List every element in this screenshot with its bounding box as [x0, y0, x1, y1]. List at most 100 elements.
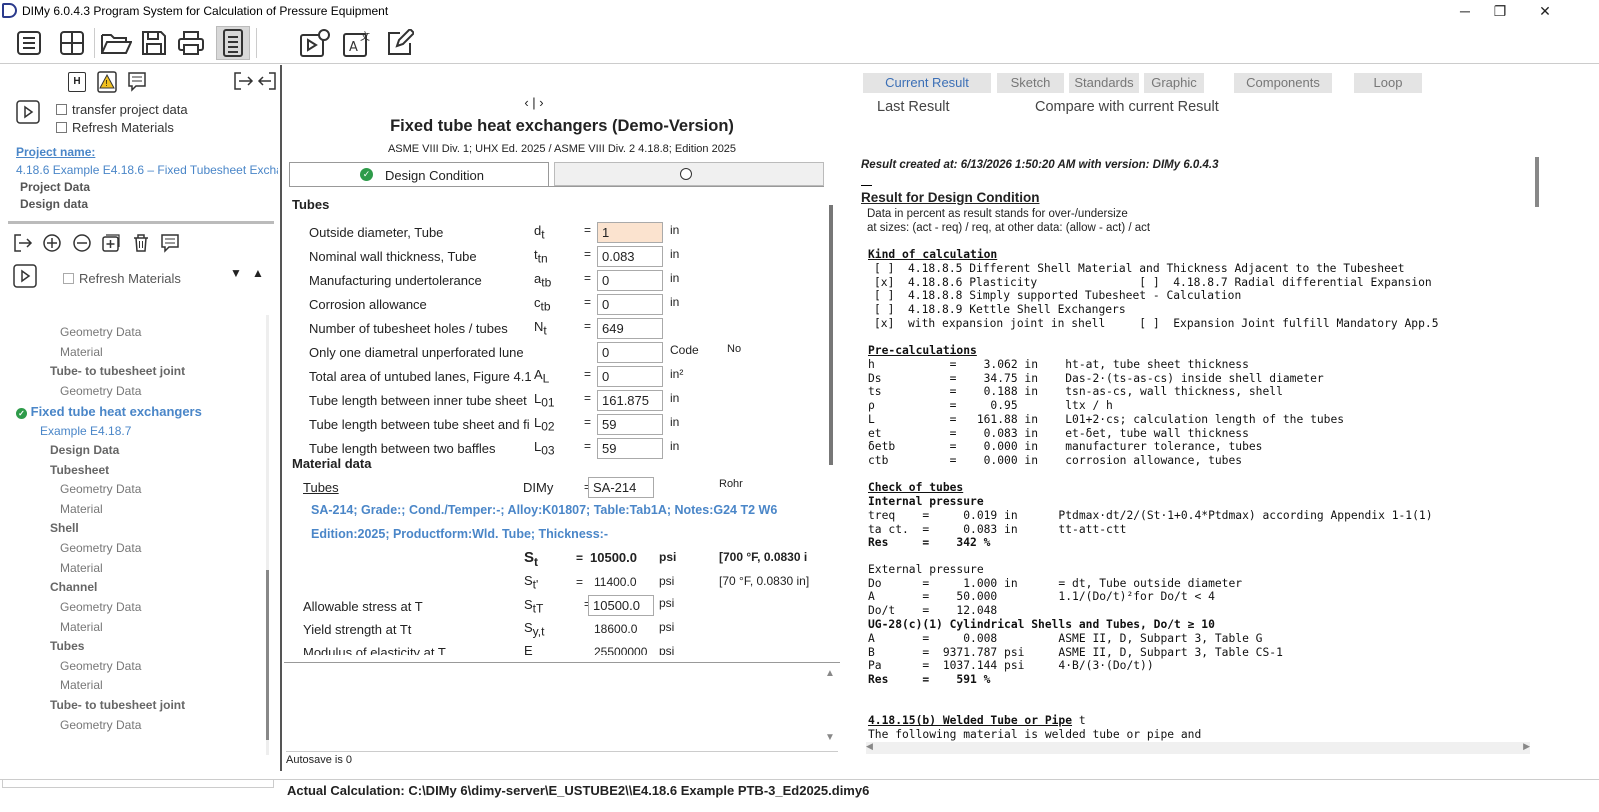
tree-item[interactable]: Geometry Data [60, 718, 141, 732]
menu-icon[interactable] [12, 26, 46, 60]
field-input[interactable]: 0 [597, 342, 663, 363]
app-icon [2, 3, 17, 18]
compare-result-link[interactable]: Compare with current Result [1035, 99, 1219, 115]
equals-sign: = [584, 415, 592, 429]
tree-item[interactable]: Material [60, 678, 103, 692]
project-name-value[interactable]: 4.18.6 Example E4.18.6 – Fixed Tubesheet… [16, 163, 278, 177]
play-icon[interactable] [16, 100, 40, 127]
translate-icon[interactable]: A文 [340, 26, 374, 60]
collapse-down-icon[interactable]: ▼ [230, 266, 242, 280]
material-label[interactable]: Tubes [303, 480, 339, 495]
save-icon[interactable] [137, 26, 171, 60]
section-material: Material data [292, 456, 372, 471]
tree-item[interactable]: Example E4.18.7 [40, 424, 131, 438]
field-input[interactable]: 0.083 [597, 246, 663, 267]
symbol-main: A [534, 367, 543, 382]
refresh-materials-checkbox-2[interactable]: Refresh Materials [63, 271, 181, 286]
tab-components[interactable]: Components [1234, 73, 1332, 93]
tree-item[interactable]: Tubesheet [50, 463, 109, 477]
comment-icon[interactable] [127, 71, 147, 96]
tree-item[interactable]: Tubes [50, 639, 84, 653]
material-input[interactable]: SA-214 [588, 477, 654, 498]
autosave-status: Autosave is 0 [286, 754, 353, 766]
allowable-stress-unit: psi [659, 596, 675, 610]
page-nav[interactable]: ‹ | › [504, 95, 564, 110]
play-icon-2[interactable] [13, 264, 37, 291]
calculator-icon[interactable] [216, 26, 250, 60]
tab-current-result[interactable]: Current Result [863, 73, 991, 93]
field-input[interactable]: 0 [597, 366, 663, 387]
project-name-label[interactable]: Project name: [16, 145, 95, 159]
tree-item[interactable]: Channel [50, 580, 97, 594]
export-icon[interactable] [232, 70, 254, 95]
last-result-link[interactable]: Last Result [877, 99, 950, 115]
symbol-sub: 03 [541, 443, 555, 458]
copy-add-icon[interactable] [101, 233, 121, 256]
maximize-button[interactable]: ❐ [1480, 2, 1520, 20]
tree-item[interactable]: Geometry Data [60, 482, 141, 496]
tree-item[interactable]: Geometry Data [60, 600, 141, 614]
minimize-button[interactable]: ─ [1445, 2, 1485, 20]
result-hscrollbar[interactable]: ◀ ▶ [866, 741, 1530, 754]
tab-design-condition[interactable]: ✓ Design Condition [289, 162, 549, 186]
field-symbol: L01 [533, 391, 555, 410]
field-input[interactable]: 161.875 [597, 390, 663, 411]
allowable-stress-input[interactable]: 10500.0 [588, 595, 654, 616]
tab-graphic[interactable]: Graphic [1144, 73, 1204, 93]
field-input[interactable]: 1 [597, 222, 663, 243]
result-vscrollbar[interactable] [1535, 157, 1539, 207]
grid-icon[interactable] [55, 26, 89, 60]
notes-icon[interactable] [160, 233, 180, 256]
tree-item[interactable]: Geometry Data [60, 541, 141, 555]
delete-icon[interactable] [131, 233, 151, 256]
ug-line: B = 9371.787 psi ASME II, D, Subpart 3, … [868, 645, 1283, 659]
field-extra: No [727, 343, 742, 355]
tree-item[interactable]: Material [60, 620, 103, 634]
scroll-down-icon[interactable]: ▼ [825, 732, 835, 743]
tree-item[interactable]: Material [60, 345, 103, 359]
add-icon[interactable] [42, 233, 62, 256]
import-icon[interactable] [256, 70, 278, 95]
warning-icon[interactable]: ! [97, 71, 117, 96]
tree-item[interactable]: Geometry Data [60, 384, 141, 398]
enter-icon[interactable] [13, 233, 33, 256]
tab-standards[interactable]: Standards [1069, 73, 1139, 93]
scroll-up-icon[interactable]: ▲ [825, 668, 835, 679]
close-button[interactable]: ✕ [1525, 2, 1565, 20]
tree-item[interactable]: Material [60, 561, 103, 575]
field-unit: in² [670, 367, 684, 381]
field-input[interactable]: 0 [597, 270, 663, 291]
check-circle-icon: ✓ [360, 168, 373, 181]
print-icon[interactable] [174, 26, 208, 60]
refresh-materials-checkbox[interactable]: Refresh Materials [56, 120, 174, 135]
tree-scrollbar[interactable] [266, 315, 269, 755]
project-data-item[interactable]: Project Data [20, 180, 90, 194]
tree-item[interactable]: Design Data [50, 443, 119, 457]
field-input[interactable]: 59 [597, 414, 663, 435]
design-data-item[interactable]: Design data [20, 197, 88, 211]
tree-item-fixed-tube[interactable]: ✓ Fixed tube heat exchangers [16, 404, 202, 419]
tree-item[interactable]: Shell [50, 521, 79, 535]
modulus-label: Modulus of elasticity at T [303, 645, 446, 655]
edit-icon[interactable] [383, 26, 417, 60]
tree-item[interactable]: Material [60, 502, 103, 516]
tab-second[interactable] [554, 162, 824, 186]
remove-icon[interactable] [72, 233, 92, 256]
header-icon[interactable]: H [68, 72, 86, 92]
tree-item[interactable]: Tube- to tubesheet joint [50, 698, 185, 712]
expand-up-icon[interactable]: ▲ [252, 266, 264, 280]
tree-item[interactable]: Tube- to tubesheet joint [50, 364, 185, 378]
run-settings-icon[interactable] [298, 26, 332, 60]
field-input[interactable]: 59 [597, 438, 663, 459]
tab-sketch[interactable]: Sketch [997, 73, 1064, 93]
form-scrollbar[interactable] [829, 205, 833, 465]
field-input[interactable]: 649 [597, 318, 663, 339]
open-folder-icon[interactable] [99, 26, 133, 60]
transfer-project-data-checkbox[interactable]: transfer project data [56, 102, 188, 117]
tree-item[interactable]: Geometry Data [60, 325, 141, 339]
tab-loop[interactable]: Loop [1354, 73, 1422, 93]
tree-item[interactable]: Geometry Data [60, 659, 141, 673]
equals-sign: = [584, 271, 592, 285]
field-input[interactable]: 0 [597, 294, 663, 315]
field-unit: in [670, 271, 680, 285]
